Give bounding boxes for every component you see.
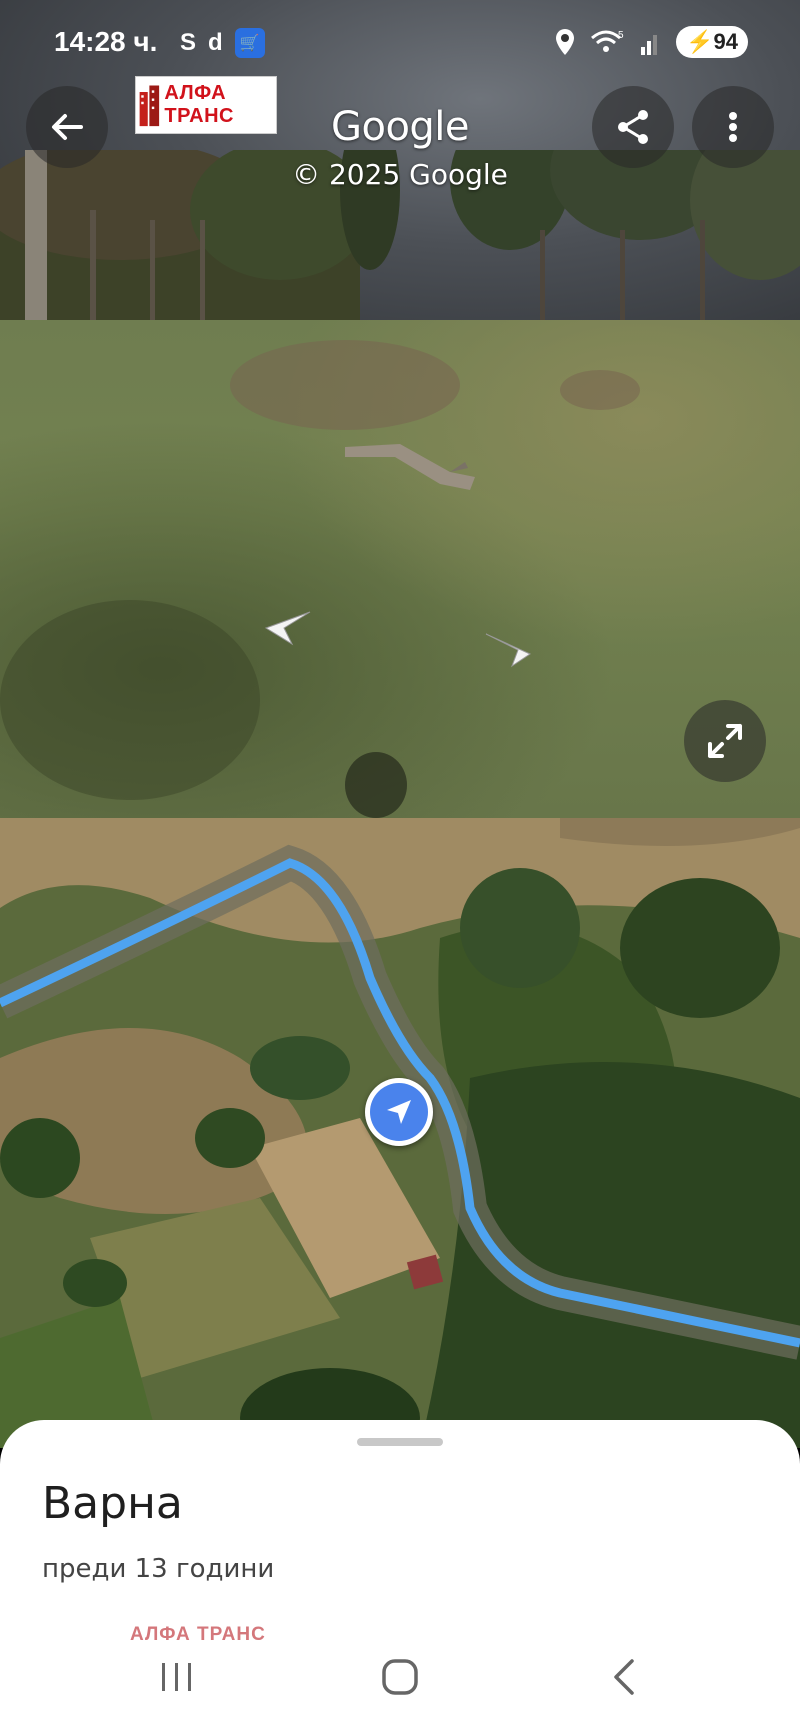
camera-shadow [345,752,407,818]
d-indicator: d [208,29,223,56]
status-bar: 14:28 ч. S d 🛒 5 ⚡94 [0,22,800,64]
battery-indicator: ⚡94 [676,26,748,58]
place-date: преди 13 години [42,1554,275,1584]
pan-right-arrow-icon[interactable] [482,630,534,670]
store-icon: 🛒 [234,28,265,58]
expand-icon [708,724,742,758]
wifi-icon: 5 [591,30,624,52]
battery-level: 94 [713,29,738,54]
copyright-text: © 2025 Google [292,158,508,191]
expand-button[interactable] [684,700,766,782]
place-title: Варна [42,1478,183,1529]
home-icon [382,1659,418,1695]
more-vert-icon [729,112,737,142]
signal-icon [641,35,658,55]
more-options-button[interactable] [692,86,774,168]
status-time: 14:28 ч. [54,26,158,57]
dry-bush [560,370,640,410]
s-indicator: S [180,29,197,56]
share-button[interactable] [592,86,674,168]
location-marker[interactable] [365,1078,433,1146]
fallen-log [345,444,475,490]
notification-icons: S d 🛒 [180,28,265,58]
shadow-area [0,600,260,800]
system-icons: 5 ⚡94 [554,26,748,58]
sheet-drag-handle[interactable] [357,1438,443,1446]
chevron-left-icon [614,1659,634,1695]
pan-left-arrow-icon[interactable] [262,608,314,648]
google-title: Google [330,104,470,150]
recent-apps-icon [162,1663,191,1691]
location-icon [556,29,575,55]
navigation-arrow-icon [387,1100,411,1124]
marker-inner [370,1083,428,1141]
svg-text:5: 5 [618,30,624,41]
system-back-button[interactable] [595,1652,655,1702]
dry-bush [230,340,460,430]
recent-apps-button[interactable] [147,1652,207,1702]
home-button[interactable] [370,1652,430,1702]
system-navigation-bar [0,1640,800,1733]
share-icon [618,110,648,144]
